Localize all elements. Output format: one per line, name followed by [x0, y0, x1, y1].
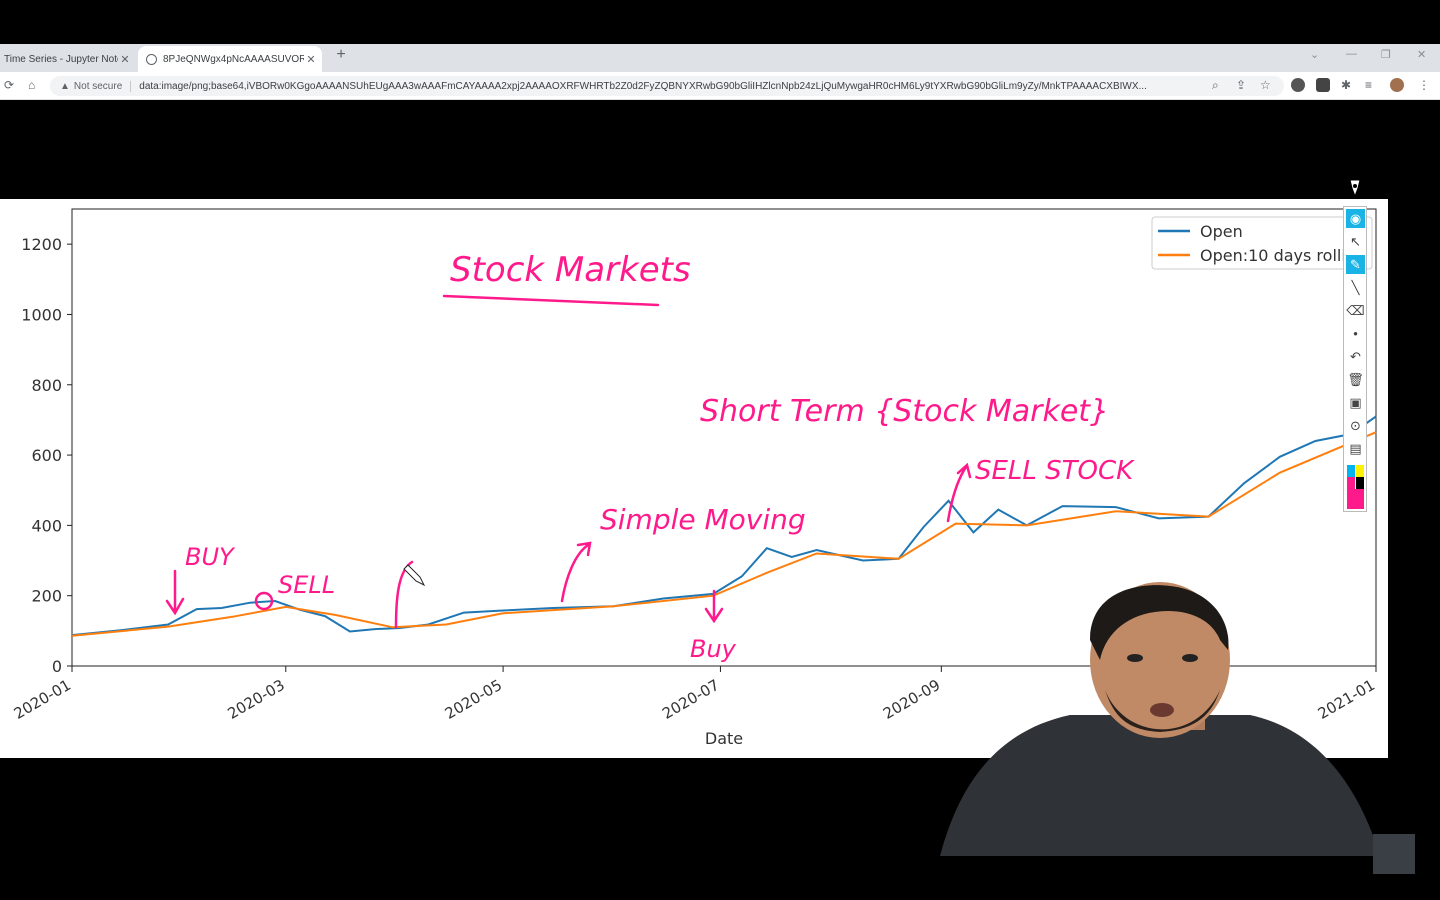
annotation-text: BUY — [185, 543, 236, 571]
annotation-text: Buy — [690, 635, 737, 663]
legend-label: Open — [1200, 222, 1243, 241]
tab-image[interactable]: 8PJeQNWgx4pNcAAAASUVORK5CYII= ✕ — [138, 46, 322, 72]
puzzle-icon[interactable]: ✱ — [1341, 78, 1351, 92]
y-tick-label: 600 — [31, 446, 62, 465]
dot-icon[interactable]: • — [1346, 324, 1365, 343]
channel-avatar — [1373, 834, 1415, 874]
y-tick-label: 1000 — [21, 305, 62, 324]
close-window-icon[interactable]: ✕ — [1417, 48, 1426, 61]
annotation-text: Short Term {Stock Market} — [700, 394, 1109, 429]
annotation-text: Simple Moving — [600, 503, 806, 536]
annotation-text: SELL — [278, 571, 335, 599]
color-magenta-swatch[interactable] — [1347, 477, 1355, 489]
chevron-down-icon[interactable]: ⌄ — [1310, 48, 1319, 61]
extension-icon[interactable] — [1316, 78, 1330, 92]
y-tick-label: 0 — [52, 657, 62, 676]
warning-icon: ▲ — [60, 80, 70, 92]
extension-w-icon[interactable] — [1291, 78, 1305, 92]
pen-toolbar: ◉ ↖ ✎ ╲ ⌫ • ↶ 🗑 ▣ ⊙ ▤ — [1343, 206, 1367, 512]
new-tab-icon[interactable]: + — [332, 46, 350, 64]
undo-icon[interactable]: ↶ — [1346, 347, 1365, 366]
board-icon[interactable]: ▣ — [1346, 393, 1365, 412]
annotation-text: SELL STOCK — [975, 456, 1135, 486]
camera-icon[interactable]: ⊙ — [1346, 416, 1365, 435]
x-tick-label: 2020-01 — [11, 676, 74, 723]
y-tick-label: 1200 — [21, 235, 62, 254]
menu-icon[interactable]: ⋮ — [1418, 78, 1430, 92]
legend-label: Open:10 days rolli — [1200, 246, 1346, 265]
pointer-icon[interactable]: ↖ — [1346, 232, 1365, 251]
globe-icon — [146, 53, 157, 65]
pen-nib-icon[interactable] — [1346, 178, 1364, 198]
line-tool-icon[interactable]: ╲ — [1346, 278, 1365, 297]
webcam-video — [940, 582, 1380, 856]
clipboard-icon[interactable]: ▤ — [1346, 439, 1365, 458]
tab-strip: Time Series - Jupyter Notebook ✕ 8PJeQNW… — [0, 44, 1440, 72]
browser-toolbar: ⟳ ⌂ ▲ Not secure data:image/png;base64,i… — [0, 72, 1440, 100]
address-bar[interactable]: ▲ Not secure data:image/png;base64,iVBOR… — [50, 76, 1284, 96]
x-tick-label: 2020-05 — [442, 676, 505, 723]
security-label[interactable]: Not secure — [74, 80, 132, 92]
current-color-swatch[interactable] — [1347, 489, 1364, 509]
eraser-icon[interactable]: ⌫ — [1346, 301, 1365, 320]
annotation-text: Stock Markets — [450, 250, 691, 290]
x-axis-label: Date — [705, 729, 743, 748]
y-tick-label: 400 — [31, 516, 62, 535]
restore-icon[interactable]: ❐ — [1381, 48, 1391, 61]
close-icon[interactable]: ✕ — [118, 53, 132, 66]
y-tick-label: 200 — [31, 587, 62, 606]
screen: Time Series - Jupyter Notebook ✕ 8PJeQNW… — [0, 0, 1440, 900]
reading-list-icon[interactable]: ≡ — [1365, 78, 1372, 92]
zoom-icon[interactable]: ⌕ — [1212, 78, 1219, 93]
tab-jupyter[interactable]: Time Series - Jupyter Notebook ✕ — [0, 46, 136, 72]
tab-title: 8PJeQNWgx4pNcAAAASUVORK5CYII= — [163, 53, 304, 65]
color-yellow-swatch[interactable] — [1356, 465, 1364, 477]
trash-icon[interactable]: 🗑 — [1346, 370, 1365, 389]
color-black-swatch[interactable] — [1356, 477, 1364, 489]
eye-icon[interactable]: ◉ — [1346, 209, 1365, 228]
x-tick-label: 2020-09 — [880, 676, 943, 723]
highlighter-icon[interactable]: ✎ — [1346, 255, 1365, 274]
avatar[interactable] — [1390, 78, 1404, 92]
color-cyan-swatch[interactable] — [1347, 465, 1355, 477]
reload-icon[interactable]: ⟳ — [4, 78, 14, 92]
tab-title: Time Series - Jupyter Notebook — [4, 53, 118, 65]
close-icon[interactable]: ✕ — [304, 53, 318, 66]
url-text[interactable]: data:image/png;base64,iVBORw0KGgoAAAANSU… — [139, 81, 1179, 92]
x-tick-label: 2020-03 — [224, 676, 287, 723]
minimize-icon[interactable]: — — [1346, 48, 1357, 60]
share-icon[interactable]: ⇪ — [1236, 78, 1246, 92]
y-tick-label: 800 — [31, 376, 62, 395]
bookmark-star-icon[interactable]: ☆ — [1260, 78, 1271, 92]
home-icon[interactable]: ⌂ — [28, 78, 35, 92]
x-tick-label: 2020-07 — [659, 676, 722, 723]
